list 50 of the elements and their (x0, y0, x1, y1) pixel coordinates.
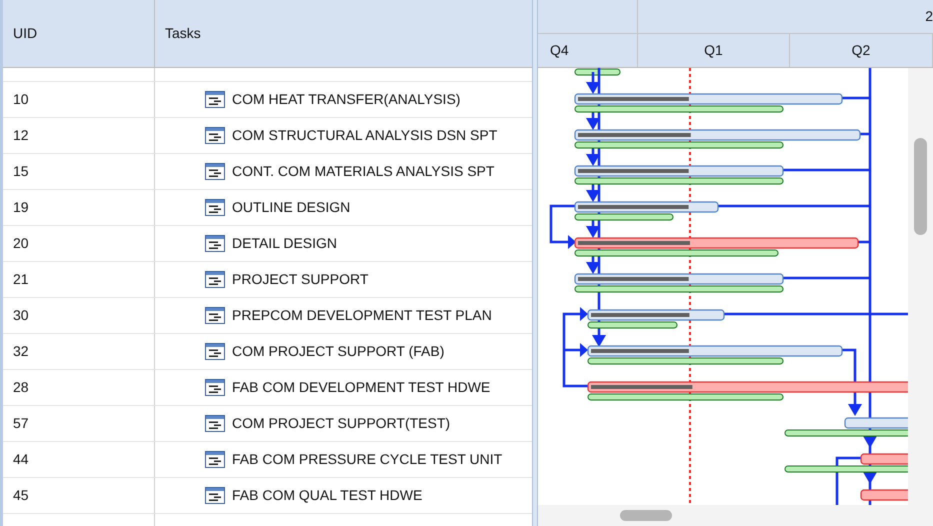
task-name: OUTLINE DESIGN (232, 198, 350, 217)
timescale-label: 2 (925, 6, 933, 26)
task-icon (205, 235, 225, 252)
scrollbar-thumb[interactable] (914, 138, 927, 235)
uid-cell-text: 45 (13, 486, 29, 505)
task-icon (205, 379, 225, 396)
task-icon (205, 271, 225, 288)
uid-cell-text: 19 (13, 198, 29, 217)
task-icon (205, 451, 225, 468)
uid-cell-text: 21 (13, 270, 29, 289)
task-name: PROJECT SUPPORT (232, 270, 368, 289)
column-header[interactable]: UID (3, 0, 155, 67)
uid-cell-text: 30 (13, 306, 29, 325)
task-name: CONT. COM MATERIALS ANALYSIS SPT (232, 162, 494, 181)
task-name: FAB COM DEVELOPMENT TEST HDWE (232, 378, 490, 397)
uid-cell-text: 15 (13, 162, 29, 181)
task-bar[interactable] (860, 453, 908, 465)
task-name: FAB COM QUAL TEST HDWE (232, 486, 422, 505)
dependency-arrow (550, 204, 576, 249)
uid-cell-text: 10 (13, 90, 29, 109)
quarter-label: Q1 (704, 40, 723, 60)
column-header[interactable]: Tasks (155, 0, 532, 67)
task-name: COM HEAT TRANSFER(ANALYSIS) (232, 90, 460, 109)
task-icon (205, 343, 225, 360)
task-icon (205, 487, 225, 504)
task-bar[interactable] (844, 417, 908, 429)
uid-cell-text: 32 (13, 342, 29, 361)
task-icon (205, 91, 225, 108)
uid-cell-text: 44 (13, 450, 29, 469)
task-name: COM PROJECT SUPPORT(TEST) (232, 414, 450, 433)
task-icon (205, 415, 225, 432)
task-name: DETAIL DESIGN (232, 234, 338, 253)
quarter-label: Q2 (852, 40, 870, 60)
task-icon (205, 307, 225, 324)
uid-cell-text: 12 (13, 126, 29, 145)
task-icon (205, 163, 225, 180)
uid-cell-text: 28 (13, 378, 29, 397)
task-icon (205, 127, 225, 144)
task-icon (205, 199, 225, 216)
baseline-bar (574, 68, 620, 76)
scrollbar-thumb[interactable] (620, 510, 672, 521)
uid-cell-text: 57 (13, 414, 29, 433)
uid-cell-text: 20 (13, 234, 29, 253)
task-bar[interactable] (860, 489, 908, 501)
task-name: COM STRUCTURAL ANALYSIS DSN SPT (232, 126, 498, 145)
task-name: FAB COM PRESSURE CYCLE TEST UNIT (232, 450, 502, 469)
connector-line (836, 456, 861, 505)
task-name: COM PROJECT SUPPORT (FAB) (232, 342, 444, 361)
task-name: PREPCOM DEVELOPMENT TEST PLAN (232, 306, 492, 325)
quarter-label: Q4 (550, 40, 569, 60)
